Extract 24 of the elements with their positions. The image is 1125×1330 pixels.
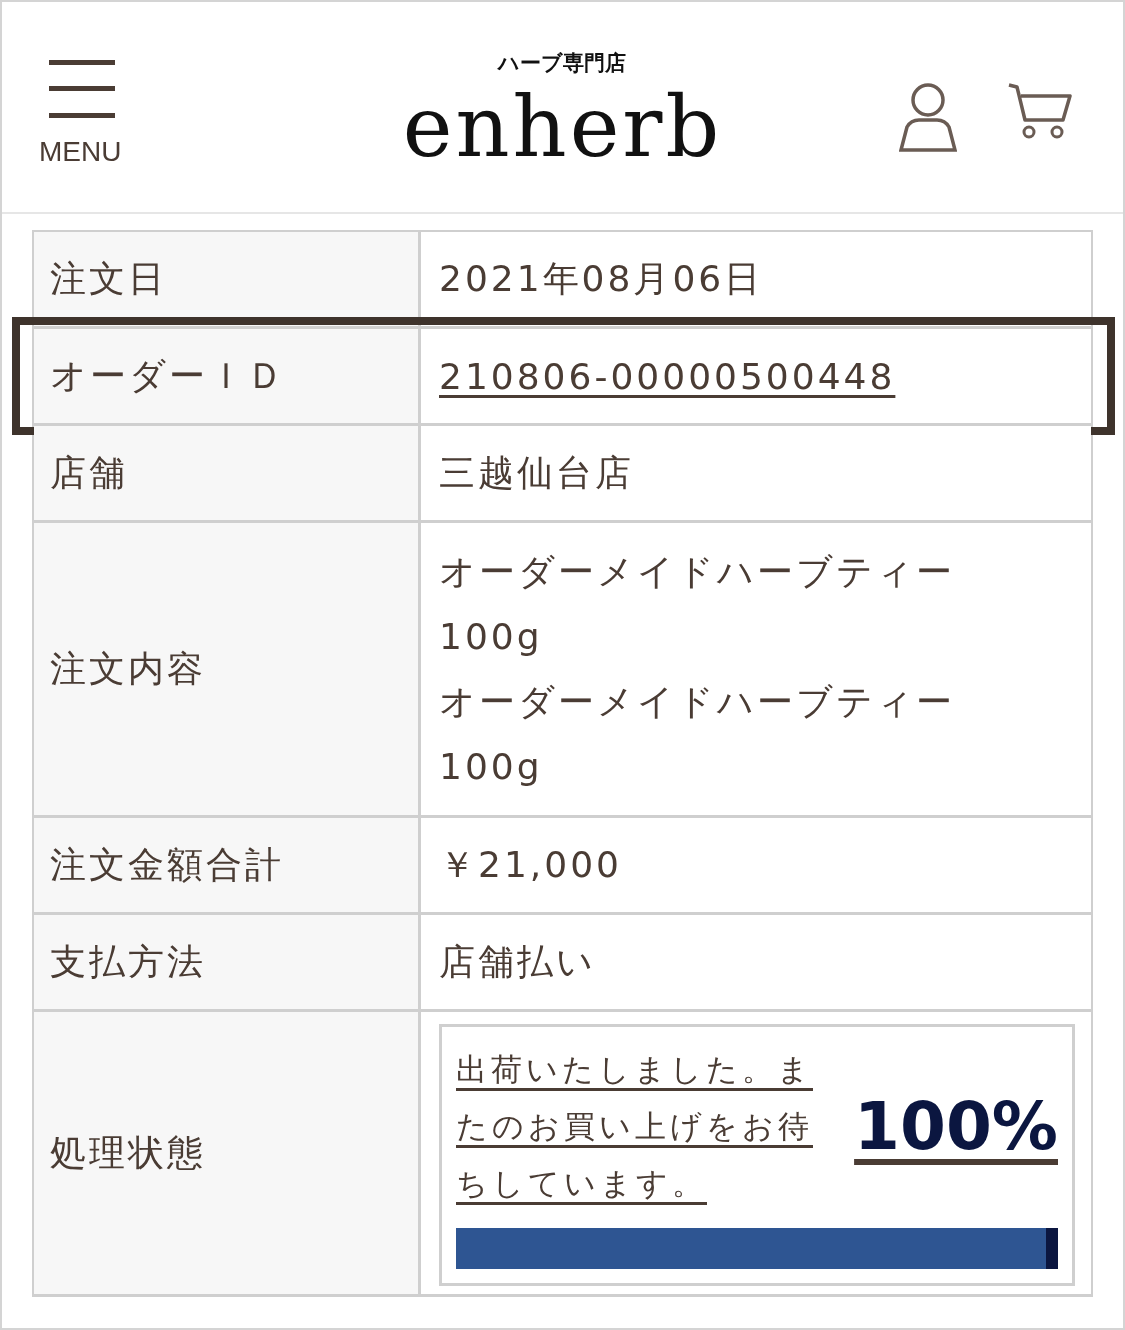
logo[interactable]: enherb xyxy=(402,85,723,169)
order-id-link[interactable]: 210806-00000500448 xyxy=(439,355,896,397)
order-item-line: 100g xyxy=(439,615,544,659)
progress-percent[interactable]: 100% xyxy=(854,1088,1058,1165)
row-value: 三越仙台店 xyxy=(439,450,634,495)
row-label: 注文金額合計 xyxy=(50,842,284,887)
status-message[interactable]: 出荷いたしました。またのお買い上げをお待ちしています。 xyxy=(456,1041,826,1212)
row-label: 注文日 xyxy=(50,256,167,301)
row-label: 注文内容 xyxy=(50,646,206,691)
row-value: 2021年08月06日 xyxy=(439,256,764,301)
user-icon[interactable] xyxy=(899,82,957,152)
row-label: 店舗 xyxy=(50,450,128,495)
row-value: 店舗払い xyxy=(439,939,596,984)
row-value: ￥21,000 xyxy=(439,842,622,887)
menu-icon[interactable] xyxy=(48,60,115,118)
tagline: ハーブ専門店 xyxy=(498,50,627,77)
cart-icon[interactable] xyxy=(1007,82,1073,140)
row-label: 処理状態 xyxy=(50,1130,206,1175)
menu-label[interactable]: MENU xyxy=(39,138,122,166)
order-item-line: オーダーメイドハーブティー xyxy=(439,680,955,724)
order-item-line: 100g xyxy=(439,745,544,789)
row-label: オーダーＩＤ xyxy=(50,353,286,398)
row-label: 支払方法 xyxy=(50,939,206,984)
order-item-line: オーダーメイドハーブティー xyxy=(439,550,955,594)
